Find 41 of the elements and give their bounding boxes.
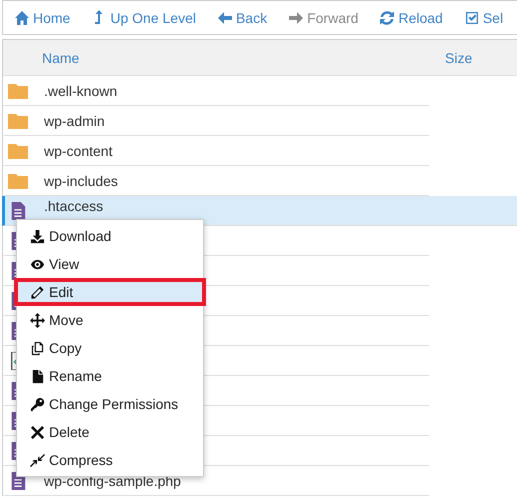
file-icon: [30, 368, 45, 384]
home-icon: [14, 10, 30, 26]
file-name: wp-content: [44, 142, 112, 158]
file-row[interactable]: .htaccess: [2, 196, 517, 226]
folder-icon: [8, 142, 28, 160]
file-row[interactable]: .well-known: [2, 76, 429, 106]
menu-item[interactable]: Delete: [17, 418, 203, 446]
toolbar-button[interactable]: Reload: [379, 10, 443, 26]
menu-item[interactable]: View: [17, 250, 203, 278]
menu-item[interactable]: Edit: [14, 278, 206, 306]
file-name: wp-admin: [44, 112, 105, 128]
menu-item[interactable]: Copy: [17, 334, 203, 362]
move-icon: [30, 312, 45, 328]
menu-item[interactable]: Change Permissions: [17, 390, 203, 418]
cross-icon: [30, 424, 45, 440]
file-name: .well-known: [44, 82, 118, 98]
compress-icon: [30, 452, 45, 468]
folder-icon: [8, 82, 28, 100]
folder-icon: [8, 172, 28, 190]
toolbar-button[interactable]: Back: [216, 10, 268, 26]
folder-icon: [8, 112, 28, 130]
toolbar-button[interactable]: Up One Level: [91, 10, 196, 26]
file-name: .htaccess: [44, 198, 104, 214]
pencil-icon: [30, 284, 45, 300]
menu-item[interactable]: Rename: [17, 362, 203, 390]
checkbox-icon: [464, 10, 480, 26]
toolbar-button[interactable]: Sel: [464, 10, 504, 26]
menu-item[interactable]: Move: [17, 306, 203, 334]
right-arrow-icon: [288, 10, 304, 26]
column-header[interactable]: Size: [445, 50, 472, 66]
copy-icon: [30, 340, 45, 356]
left-arrow-icon: [216, 10, 233, 26]
toolbar-button[interactable]: Home: [14, 10, 70, 26]
file-row[interactable]: wp-content: [2, 136, 429, 166]
reload-icon: [379, 10, 396, 26]
file-name: wp-includes: [44, 172, 118, 188]
column-header[interactable]: Name: [42, 50, 80, 66]
key-icon: [30, 396, 45, 412]
file-name: wp-config-sample.php: [44, 472, 181, 488]
download-icon: [30, 228, 45, 244]
file-row[interactable]: wp-admin: [2, 106, 429, 136]
